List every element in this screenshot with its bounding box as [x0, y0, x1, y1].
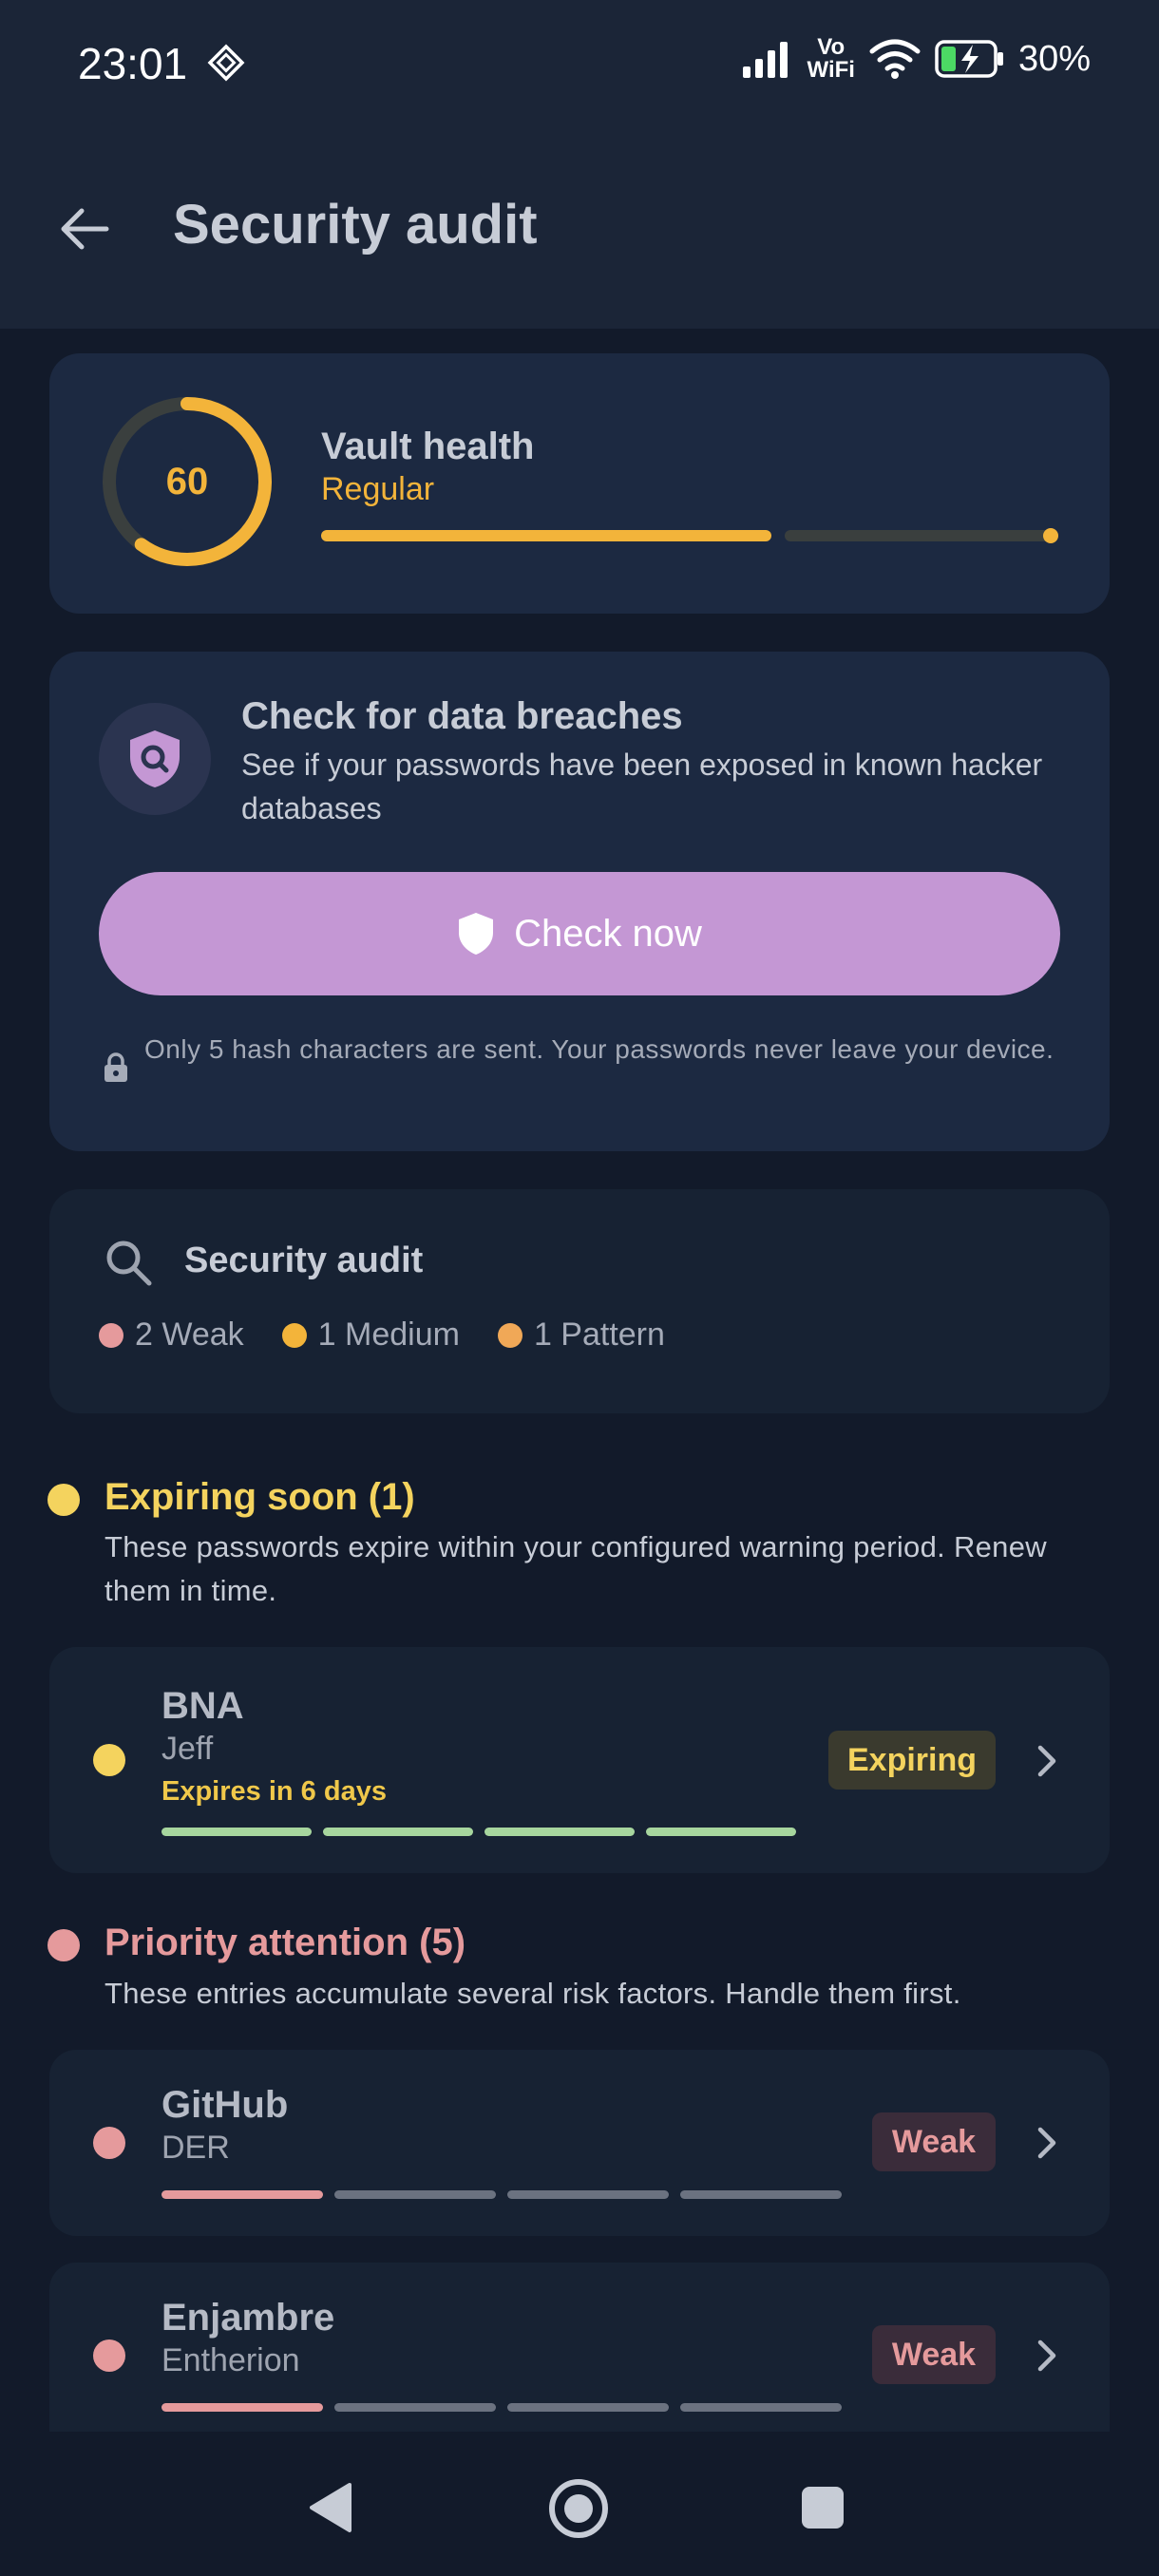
strength-segment — [323, 1828, 473, 1836]
expiring-dot-icon — [48, 1484, 80, 1516]
audit-title: Security audit — [184, 1241, 424, 1280]
breach-description: See if your passwords have been exposed … — [241, 748, 1043, 825]
strength-segment — [484, 1828, 635, 1836]
expiring-section-description: These passwords expire within your confi… — [104, 1530, 1047, 1607]
page-title: Security audit — [173, 194, 538, 256]
weak-dot-icon — [99, 1322, 124, 1348]
shield-icon — [459, 913, 494, 955]
entry-status-dot-icon — [93, 2339, 125, 2372]
strength-segment — [507, 2403, 669, 2412]
privacy-note: Only 5 hash characters are sent. Your pa… — [144, 1034, 1054, 1064]
entry-username: Jeff — [162, 1731, 214, 1767]
nav-back-icon[interactable] — [306, 2481, 355, 2534]
priority-dot-icon — [48, 1929, 80, 1961]
entry-status-dot-icon — [93, 2127, 125, 2159]
strength-segment — [507, 2190, 669, 2199]
signal-icon — [742, 42, 788, 78]
entry-row-enjambre[interactable]: Enjambre Entherion Weak — [49, 2263, 1110, 2432]
shield-search-icon — [130, 730, 180, 787]
health-bar-end-dot — [1043, 528, 1058, 543]
breach-title: Check for data breaches — [241, 695, 683, 737]
pattern-dot-icon — [497, 1322, 522, 1348]
expiring-badge: Expiring — [828, 1731, 996, 1790]
health-status: Regular — [321, 471, 435, 507]
vowifi-indicator: Vo WiFi — [807, 34, 855, 83]
status-time: 23:01 — [78, 39, 188, 88]
medium-dot-icon — [281, 1322, 307, 1348]
status-bar: 23:01 Vo WiFi 30% — [0, 0, 1159, 133]
entry-row-bna[interactable]: BNA Jeff Expires in 6 days Expiring — [49, 1647, 1110, 1873]
weak-count-chip: 2 Weak — [99, 1316, 244, 1354]
battery-charging-icon — [935, 40, 1003, 78]
diamond-icon — [207, 44, 245, 82]
entry-username: Entherion — [162, 2342, 300, 2378]
weak-badge: Weak — [872, 2325, 996, 2384]
medium-count-chip: 1 Medium — [281, 1316, 460, 1354]
entry-name: GitHub — [162, 2084, 289, 2126]
health-bar-fill — [321, 530, 771, 541]
health-title: Vault health — [321, 426, 535, 467]
strength-segment — [162, 2403, 323, 2412]
entry-name: Enjambre — [162, 2297, 335, 2339]
audit-summary-card[interactable]: Security audit 2 Weak 1 Medium 1 Pattern — [49, 1189, 1110, 1413]
pattern-count-chip: 1 Pattern — [497, 1316, 665, 1354]
app-bar: Security audit — [0, 133, 1159, 329]
entry-username: DER — [162, 2130, 230, 2166]
priority-section-description: These entries accumulate several risk fa… — [104, 1977, 961, 2010]
arrow-back-icon[interactable] — [55, 199, 114, 258]
battery-percent: 30% — [1017, 38, 1091, 79]
system-nav-bar — [0, 2432, 1159, 2576]
entry-status-dot-icon — [93, 1744, 125, 1776]
lock-icon — [104, 1052, 127, 1082]
nav-recents-icon[interactable] — [800, 2485, 846, 2530]
check-now-label: Check now — [514, 912, 702, 955]
health-score: 60 — [165, 460, 209, 502]
strength-segment — [162, 1828, 312, 1836]
audit-chips: 2 Weak 1 Medium 1 Pattern — [99, 1316, 665, 1354]
search-icon — [106, 1241, 152, 1286]
chevron-right-icon — [1037, 2127, 1056, 2159]
breach-check-card: Check for data breaches See if your pass… — [49, 652, 1110, 1151]
weak-badge: Weak — [872, 2112, 996, 2171]
chevron-right-icon — [1037, 1745, 1056, 1777]
strength-segment — [646, 1828, 796, 1836]
strength-segment — [334, 2403, 496, 2412]
entry-name: BNA — [162, 1685, 244, 1727]
entry-expiry: Expires in 6 days — [162, 1776, 387, 1807]
strength-segment — [680, 2403, 842, 2412]
nav-home-icon[interactable] — [547, 2477, 610, 2540]
expiring-section-title: Expiring soon (1) — [104, 1476, 415, 1518]
priority-section-title: Priority attention (5) — [104, 1922, 466, 1963]
check-now-button[interactable]: Check now — [99, 872, 1060, 995]
entry-row-github[interactable]: GitHub DER Weak — [49, 2050, 1110, 2236]
shield-search-icon-badge — [99, 703, 211, 815]
wifi-icon — [869, 39, 921, 79]
vault-health-card: 60 Vault health Regular — [49, 353, 1110, 614]
chevron-right-icon — [1037, 2339, 1056, 2372]
health-bar-track — [785, 530, 1058, 541]
strength-segment — [334, 2190, 496, 2199]
strength-segment — [680, 2190, 842, 2199]
strength-segment — [162, 2190, 323, 2199]
